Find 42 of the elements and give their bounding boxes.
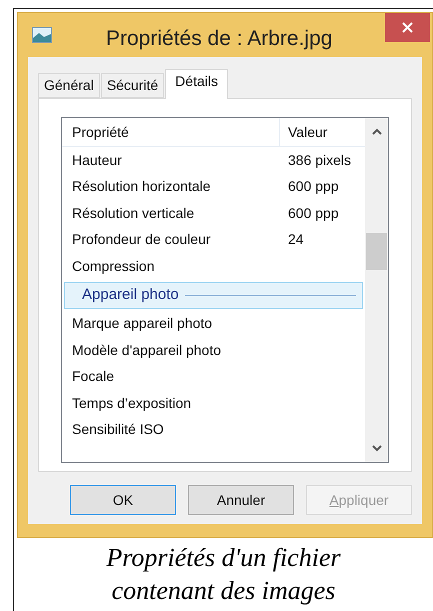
property-row[interactable]: Profondeur de couleur 24 [62,226,365,253]
column-header[interactable]: Valeur [280,122,328,142]
property-name: Profondeur de couleur [71,230,212,250]
property-name: Sensibilité ISO [71,420,165,440]
property-row[interactable]: Résolution verticale 600 ppp [62,200,365,226]
close-button[interactable] [385,13,430,42]
property-row[interactable]: Modèle d'appareil photo [62,337,365,364]
property-row[interactable]: Hauteur 386 pixels [62,147,365,174]
property-name: Résolution verticale [71,204,196,223]
property-row[interactable]: Marque appareil photo [62,310,365,337]
tab[interactable]: Détails [165,69,228,99]
property-name: Hauteur [71,150,123,170]
dialog-button[interactable]: Annuler [188,485,294,515]
property-row[interactable]: Sensibilité ISO [62,416,365,443]
dialog-button[interactable]: OK [70,485,176,515]
property-name: Marque appareil photo [71,314,214,334]
property-value: 600 ppp [287,204,339,223]
scrollbar-thumb[interactable] [366,233,387,270]
property-name: Résolution horizontale [71,177,212,196]
group-title: Appareil photo [81,284,180,305]
property-name: Modèle d'appareil photo [71,340,222,360]
property-row[interactable]: Temps d’exposition [62,390,365,416]
window-title: Propriétés de : Arbre.jpg [106,26,332,52]
tab[interactable]: Sécurité [100,73,164,98]
property-row[interactable]: Focale [62,364,365,390]
property-value: 24 [287,230,304,250]
close-icon [402,22,413,33]
property-row[interactable]: Résolution horizontale 600 ppp [62,174,365,200]
column-header[interactable]: Propriété [62,118,280,146]
picture-icon [32,27,52,43]
property-name: Temps d’exposition [71,394,192,413]
property-value: 386 pixels [287,150,352,170]
tab[interactable]: Général [38,73,100,98]
scroll-down-icon[interactable] [372,445,382,452]
group-header[interactable]: Appareil photo [64,282,363,308]
scroll-up-icon[interactable] [372,128,382,135]
property-value: 600 ppp [287,177,339,196]
scrollbar[interactable] [365,118,388,462]
property-name: Compression [71,256,156,276]
property-row[interactable]: Compression [62,253,365,280]
property-name: Focale [71,367,116,386]
figure-caption: Propriétés d'un fichier contenant des images [105,542,342,607]
